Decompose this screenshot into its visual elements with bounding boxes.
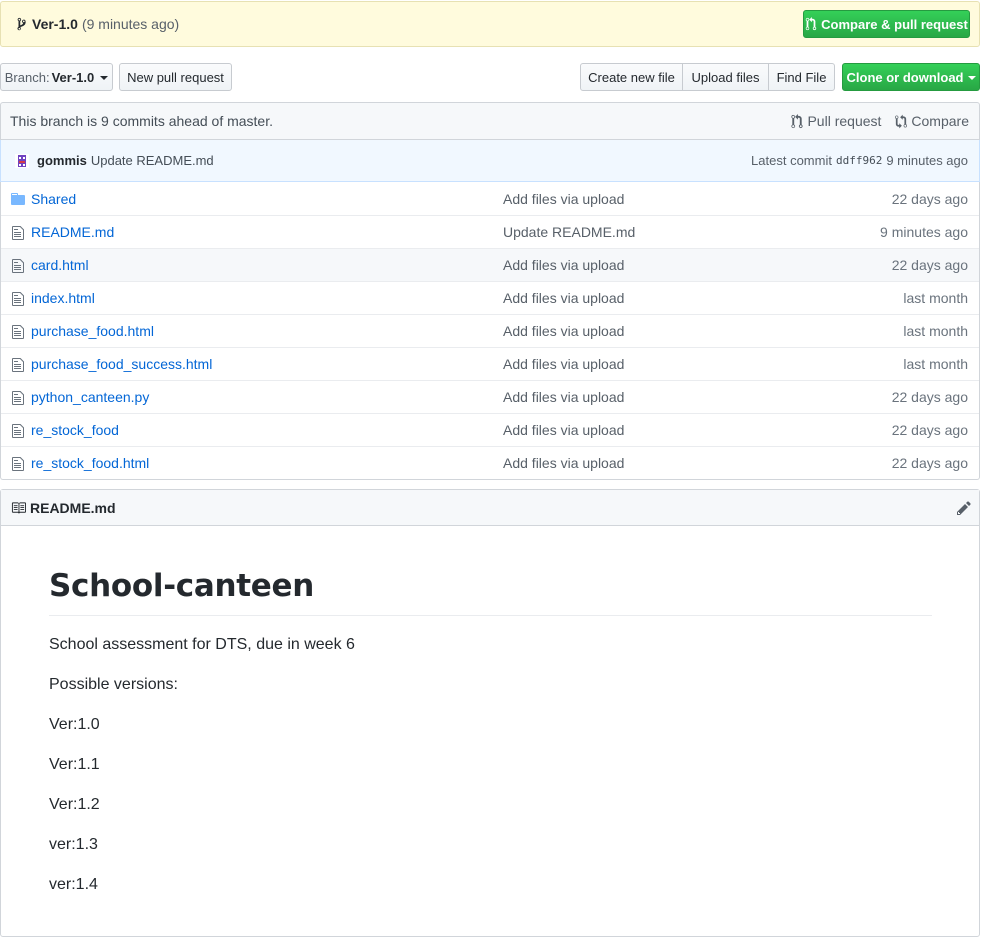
- branch-select-value: Ver-1.0: [51, 69, 95, 85]
- new-pull-request-button[interactable]: New pull request: [119, 63, 232, 91]
- recent-push-banner: Ver-1.0 (9 minutes ago) Compare & pull r…: [0, 1, 980, 47]
- file-list: Shared Add files via upload 22 days ago REA…: [0, 182, 980, 480]
- upload-files-button[interactable]: Upload files: [682, 63, 769, 91]
- pencil-icon[interactable]: [957, 500, 971, 515]
- file-name-link[interactable]: index.html: [31, 290, 95, 306]
- compare-icon: [895, 114, 908, 129]
- file-row[interactable]: Shared Add files via upload 22 days ago: [1, 182, 979, 215]
- find-file-button[interactable]: Find File: [768, 63, 835, 91]
- readme-header-title[interactable]: README.md: [30, 500, 116, 516]
- file-name-link[interactable]: Shared: [31, 191, 76, 207]
- chevron-down-icon: [100, 75, 109, 80]
- file-row[interactable]: re_stock_food.html Add files via upload 22…: [1, 446, 979, 479]
- file-row[interactable]: re_stock_food Add files via upload 22 days…: [1, 413, 979, 446]
- readme-title: School-canteen: [49, 569, 932, 617]
- branch-infobar: This branch is 9 commits ahead of master…: [0, 102, 980, 140]
- file-age: 9 minutes ago: [880, 224, 968, 240]
- file-commit-message[interactable]: Add files via upload: [503, 290, 624, 306]
- file-age: 22 days ago: [891, 455, 968, 471]
- create-new-file-button[interactable]: Create new file: [580, 63, 683, 91]
- file-name-link[interactable]: re_stock_food: [31, 422, 119, 438]
- file-age: last month: [903, 323, 968, 339]
- readme-versions-label: Possible versions:: [49, 676, 178, 694]
- file-commit-message[interactable]: Add files via upload: [503, 389, 624, 405]
- file-row[interactable]: card.html Add files via upload 22 days ago: [1, 248, 979, 281]
- chevron-down-icon: [967, 75, 976, 80]
- pull-request-icon: [805, 17, 817, 31]
- file-actions-group: Create new file Upload files Find File: [580, 63, 835, 91]
- latest-commit-label: Latest commit: [751, 153, 832, 168]
- git-branch-icon: [16, 17, 28, 31]
- file-commit-message[interactable]: Add files via upload: [503, 257, 624, 273]
- folder-icon: [11, 191, 25, 207]
- book-icon: [11, 501, 26, 514]
- file-row[interactable]: README.md Update README.md 9 minutes ago: [1, 215, 979, 248]
- file-name-link[interactable]: card.html: [31, 257, 89, 273]
- file-commit-message[interactable]: Add files via upload: [503, 356, 624, 372]
- avatar[interactable]: [15, 153, 29, 168]
- banner-time: (9 minutes ago): [81, 16, 180, 32]
- file-icon: [12, 324, 26, 340]
- readme-content: School-canteen School assessment for DTS…: [49, 526, 932, 915]
- branch-select-label: Branch:: [4, 69, 50, 85]
- pull-request-icon: [791, 113, 804, 129]
- file-age: last month: [903, 356, 968, 372]
- readme-header: README.md: [1, 490, 979, 526]
- file-name-link[interactable]: python_canteen.py: [31, 389, 149, 405]
- readme-version-item: ver:1.3: [49, 836, 98, 854]
- readme-version-item: Ver:1.1: [49, 756, 100, 774]
- file-commit-message[interactable]: Update README.md: [503, 224, 635, 240]
- readme-version-item: Ver:1.2: [49, 796, 100, 814]
- file-icon: [12, 225, 26, 241]
- compare-pull-request-button[interactable]: Compare & pull request: [803, 10, 970, 38]
- file-age: last month: [903, 290, 968, 306]
- file-icon: [12, 390, 26, 406]
- file-icon: [12, 258, 26, 274]
- commit-sha[interactable]: ddff962: [836, 154, 882, 167]
- file-commit-message[interactable]: Add files via upload: [503, 323, 624, 339]
- file-age: 22 days ago: [891, 422, 968, 438]
- readme-description: School assessment for DTS, due in week 6: [49, 636, 355, 654]
- file-commit-message[interactable]: Add files via upload: [503, 455, 624, 471]
- commit-message[interactable]: Update README.md: [91, 153, 214, 168]
- readme-box: README.md School-canteen School assessme…: [0, 489, 980, 937]
- compare-link[interactable]: Compare: [895, 113, 969, 129]
- compare-button-label: Compare & pull request: [821, 16, 968, 32]
- file-icon: [12, 456, 26, 472]
- branch-status-text: This branch is 9 commits ahead of master…: [10, 113, 273, 129]
- file-commit-message[interactable]: Add files via upload: [503, 422, 624, 438]
- banner-branch-name[interactable]: Ver-1.0: [32, 16, 78, 32]
- file-icon: [12, 423, 26, 439]
- file-commit-message[interactable]: Add files via upload: [503, 191, 624, 207]
- file-row[interactable]: purchase_food.html Add files via upload la…: [1, 314, 979, 347]
- file-icon: [12, 357, 26, 373]
- clone-or-download-button[interactable]: Clone or download: [842, 63, 980, 91]
- branch-select-button[interactable]: Branch: Ver-1.0: [0, 63, 113, 91]
- file-row[interactable]: purchase_food_success.html Add files via …: [1, 347, 979, 380]
- clone-button-label: Clone or download: [846, 69, 964, 85]
- file-row[interactable]: index.html Add files via upload last month: [1, 281, 979, 314]
- file-name-link[interactable]: purchase_food.html: [31, 323, 154, 339]
- file-age: 22 days ago: [891, 190, 968, 207]
- file-row[interactable]: python_canteen.py Add files via upload 22 …: [1, 380, 979, 413]
- commit-author[interactable]: gommis: [37, 153, 87, 168]
- file-age: 22 days ago: [891, 257, 968, 273]
- file-icon: [12, 291, 26, 307]
- file-name-link[interactable]: re_stock_food.html: [31, 455, 149, 471]
- compare-label: Compare: [911, 113, 969, 129]
- latest-commit-bar: gommis Update README.md Latest commit dd…: [0, 140, 980, 182]
- file-age: 22 days ago: [891, 389, 968, 405]
- commit-time: 9 minutes ago: [886, 153, 968, 168]
- readme-version-item: ver:1.4: [49, 876, 98, 894]
- file-name-link[interactable]: README.md: [31, 224, 114, 240]
- pull-request-label: Pull request: [807, 113, 882, 129]
- pull-request-link[interactable]: Pull request: [791, 113, 881, 129]
- file-name-link[interactable]: purchase_food_success.html: [31, 356, 212, 372]
- readme-version-item: Ver:1.0: [49, 716, 100, 734]
